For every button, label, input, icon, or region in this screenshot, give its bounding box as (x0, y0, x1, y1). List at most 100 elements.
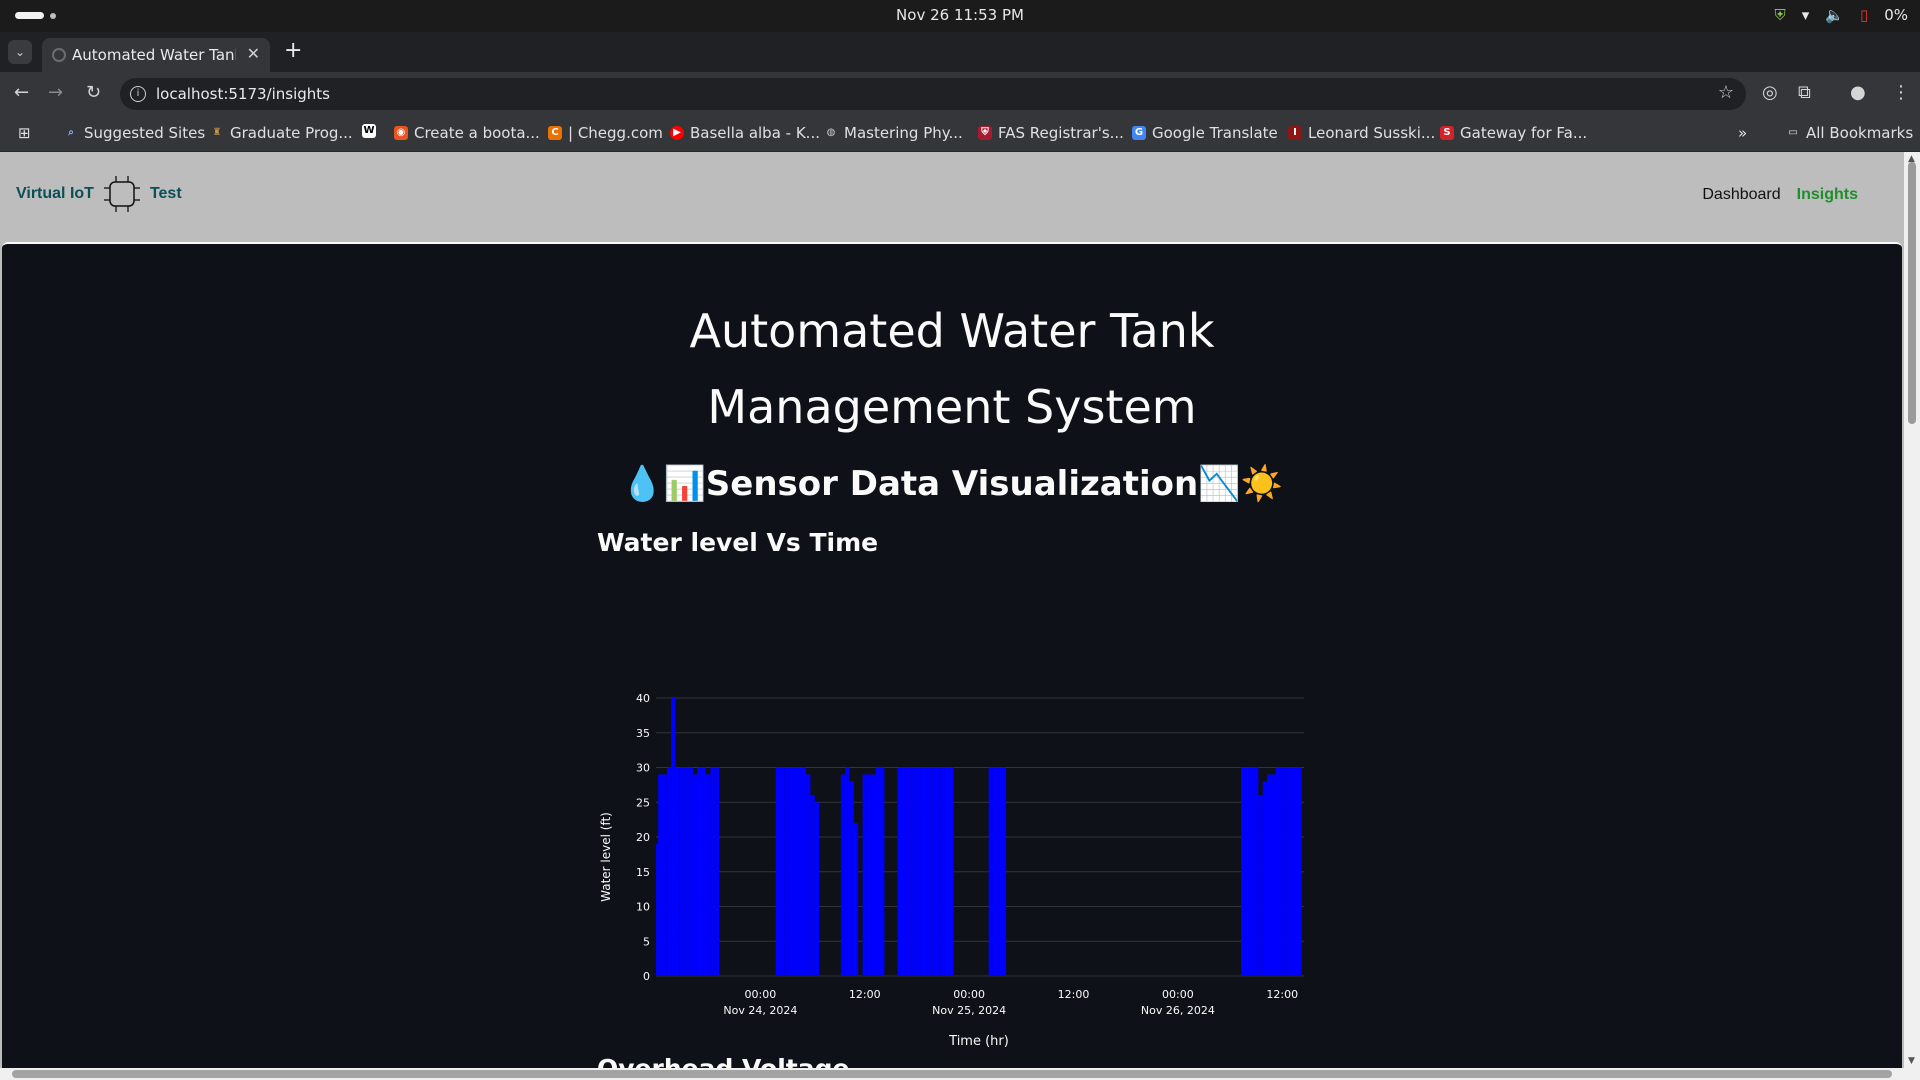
chip-icon (103, 176, 140, 212)
bookmark-susskind[interactable]: I Leonard Susski... (1288, 124, 1435, 142)
data-bar (906, 767, 911, 976)
data-bar (1271, 774, 1276, 976)
x-tick-label: 00:00 (745, 988, 777, 1001)
close-tab-icon[interactable]: ✕ (247, 44, 260, 63)
data-bar (714, 767, 720, 976)
next-section-heading-partial: Overhead Voltage (597, 1054, 849, 1068)
data-bar (679, 767, 685, 976)
data-bar (806, 774, 811, 976)
brand-text-right: Test (149, 185, 182, 202)
vertical-scrollbar[interactable]: ▲ ▼ (1904, 152, 1920, 1068)
chart-title: Water level Vs Time (597, 528, 879, 557)
bookmark-translate[interactable]: G Google Translate (1132, 124, 1278, 142)
reload-icon[interactable]: ↻ (86, 82, 101, 103)
data-bar (871, 774, 876, 976)
bookmark-fas[interactable]: ⛨ FAS Registrar's... (978, 124, 1124, 142)
bookmark-bootable[interactable]: ◉ Create a boota... (394, 124, 540, 142)
bookmark-suggested-sites[interactable]: ⌕ Suggested Sites (64, 124, 205, 142)
data-bar (914, 767, 920, 976)
data-bar (784, 767, 789, 976)
data-bar (923, 767, 928, 976)
search-icon: ⌕ (68, 127, 74, 138)
x-tick-label: 00:00 (953, 988, 985, 1001)
extensions-puzzle-icon[interactable]: ⧉ (1798, 82, 1811, 103)
data-bar (997, 767, 1002, 976)
data-bar (1297, 767, 1302, 976)
data-bar (901, 767, 907, 976)
battery-percent: 0% (1884, 6, 1908, 24)
x-tick-label: 12:00 (1058, 988, 1090, 1001)
data-bar (666, 767, 672, 976)
bookmark-graduate[interactable]: ♜ Graduate Prog... (210, 124, 353, 142)
scroll-down-arrow-icon[interactable]: ▼ (1908, 1056, 1915, 1066)
y-tick-label: 15 (636, 866, 650, 879)
forward-arrow-icon[interactable]: → (48, 82, 63, 103)
data-bar (1240, 767, 1246, 976)
address-bar[interactable]: i localhost:5173/insights ☆ (120, 78, 1746, 110)
x-tick-label: 12:00 (849, 988, 881, 1001)
kebab-menu-icon[interactable]: ⋮ (1892, 82, 1910, 103)
bookmark-basella[interactable]: ▶ Basella alba - K... (670, 124, 820, 142)
data-bar (662, 774, 667, 976)
data-bar (775, 767, 780, 976)
battery-icon: ▯ (1859, 6, 1869, 24)
data-bar (940, 767, 946, 976)
data-bar (658, 774, 663, 976)
horizontal-scroll-thumb[interactable] (12, 1070, 1892, 1078)
bookmark-gateway[interactable]: S Gateway for Fa... (1440, 124, 1587, 142)
section-heading: 💧📊Sensor Data Visualization📉☀️ (621, 464, 1283, 504)
nav-insights-link[interactable]: Insights (1797, 186, 1858, 204)
x-axis-label: Time (hr) (948, 1034, 1009, 1049)
tab-search-chevron-icon[interactable]: ⌄ (8, 40, 32, 64)
data-bar (1293, 767, 1298, 976)
all-bookmarks[interactable]: ▭ All Bookmarks (1786, 124, 1913, 142)
y-tick-label: 30 (636, 762, 650, 775)
bookmarks-bar: ⊞ ⌕ Suggested Sites ♜ Graduate Prog... W ◉… (0, 116, 1920, 152)
y-axis-label: Water level (ft) (599, 812, 613, 902)
back-arrow-icon[interactable]: ← (14, 82, 29, 103)
os-status-area[interactable]: ⛨ ▾ 🔈 ▯ 0% (1774, 6, 1908, 24)
page-title-line2: Management System (707, 380, 1197, 434)
bookmark-wikipedia[interactable]: W (362, 124, 376, 138)
loading-favicon-icon (52, 48, 66, 62)
more-bookmarks-chevron-icon[interactable]: » (1738, 124, 1747, 142)
bookmark-star-icon[interactable]: ☆ (1718, 82, 1734, 103)
bookmark-chegg[interactable]: C | Chegg.com (548, 124, 663, 142)
data-bar (1001, 767, 1007, 976)
chegg-icon: C (548, 126, 562, 140)
y-tick-label: 40 (636, 692, 650, 705)
data-bar (706, 774, 711, 976)
apps-grid-icon[interactable]: ⊞ (18, 124, 31, 142)
brand-logo[interactable]: Virtual IoT Test (16, 172, 182, 216)
graduation-icon: ♜ (212, 127, 222, 138)
data-bar (845, 767, 850, 976)
bookmark-mastering[interactable]: ◍ Mastering Phy... (824, 124, 963, 142)
vertical-scroll-thumb[interactable] (1908, 162, 1916, 424)
shield-icon: ⛨ (1774, 6, 1786, 24)
horizontal-scrollbar[interactable] (0, 1068, 1920, 1080)
youtube-icon: ▶ (670, 126, 684, 140)
profile-avatar-icon[interactable]: ● (1850, 82, 1866, 103)
data-bar (875, 767, 880, 976)
lens-icon[interactable]: ◎ (1762, 82, 1778, 103)
data-bar (797, 767, 802, 976)
data-bar (1280, 767, 1285, 976)
water-level-chart[interactable]: 0510152025303540 00:00Nov 24, 202412:00 0… (596, 634, 1326, 1054)
y-tick-label: 20 (636, 831, 650, 844)
data-bar (801, 767, 807, 976)
browser-tab-active[interactable]: Automated Water Tank M ✕ (42, 38, 270, 72)
nav-dashboard-link[interactable]: Dashboard (1702, 186, 1780, 204)
data-bar (949, 767, 954, 976)
y-tick-label: 5 (643, 935, 650, 948)
os-clock[interactable]: Nov 26 11:53 PM (0, 6, 1920, 24)
data-bar (849, 781, 854, 976)
data-bar (932, 767, 937, 976)
data-bar (866, 774, 872, 976)
page-title-line1: Automated Water Tank (689, 304, 1215, 358)
url-text[interactable]: localhost:5173/insights (156, 85, 330, 103)
y-axis-ticks: 0 5 10 15 20 25 30 35 40 (636, 692, 650, 983)
site-info-icon[interactable]: i (130, 86, 146, 102)
data-bar (692, 774, 698, 976)
new-tab-plus-icon[interactable]: + (284, 38, 302, 63)
app-viewport: Virtual IoT Test Dashboard Insights Auto… (0, 152, 1904, 1068)
